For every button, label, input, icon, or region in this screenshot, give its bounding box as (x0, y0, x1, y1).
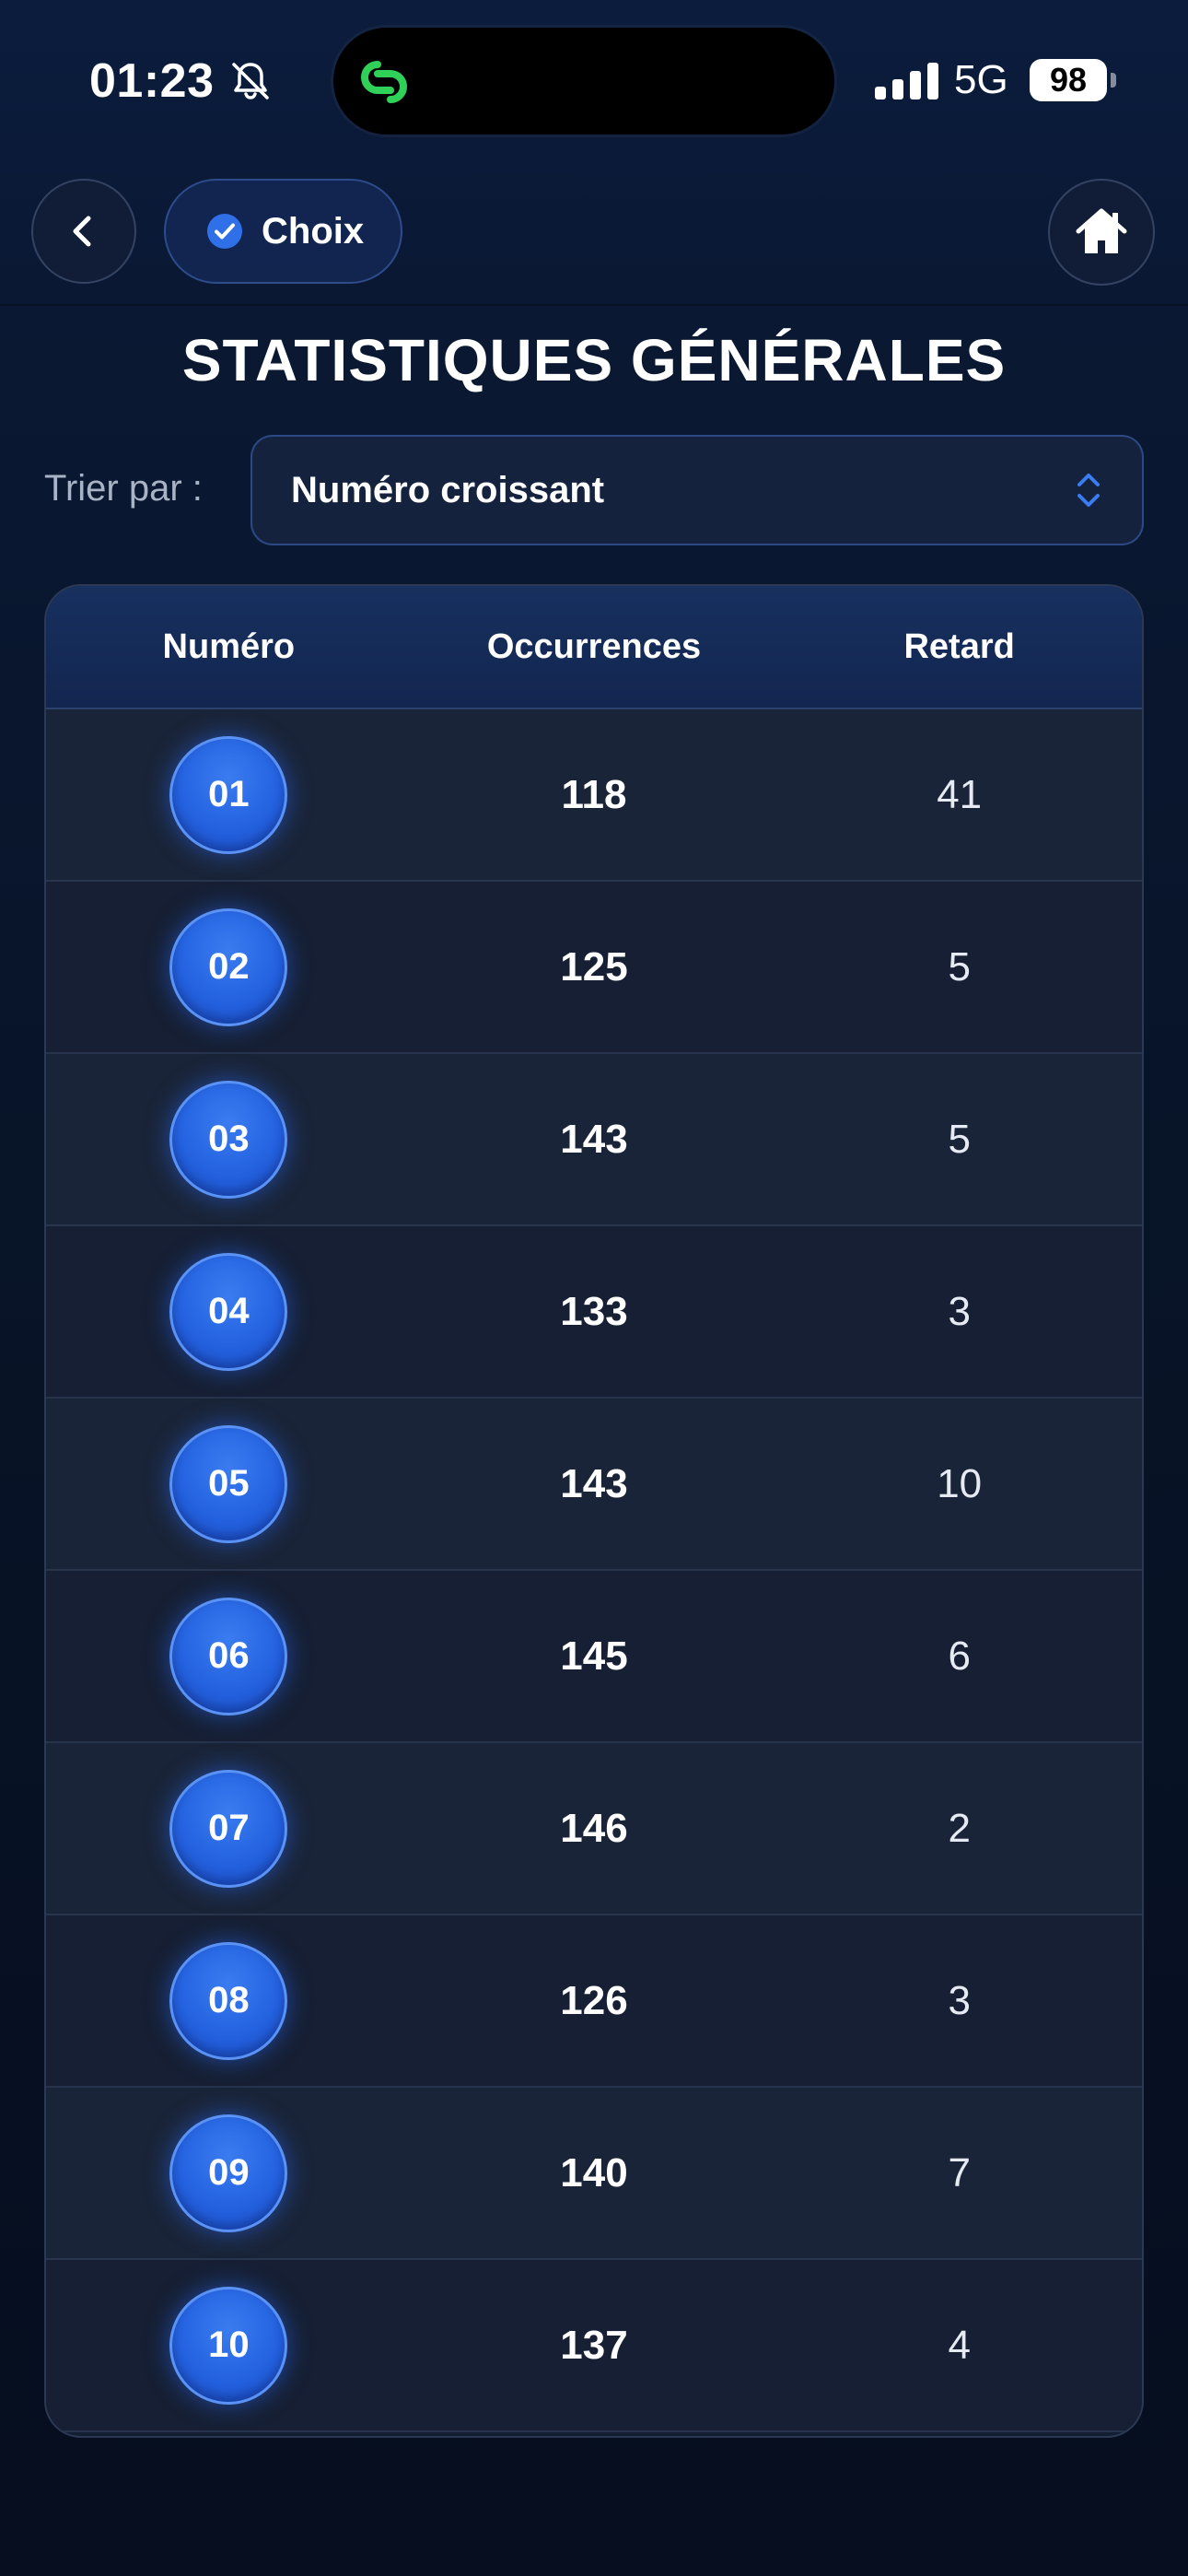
delay-cell: 7 (948, 2149, 971, 2195)
table-row[interactable]: 02 125 5 (46, 882, 1142, 1054)
page-title: STATISTIQUES GÉNÉRALES (181, 327, 1007, 393)
occurrences-cell: 143 (560, 1460, 628, 1506)
number-cell: 06 (46, 1597, 412, 1715)
table-row[interactable]: 10 137 4 (46, 2260, 1142, 2432)
table-row[interactable]: 09 140 7 (46, 2088, 1142, 2260)
number-ball: 10 (169, 2286, 288, 2405)
delay-cell: 3 (948, 1977, 971, 2023)
table-header: Numéro Occurrences Retard (46, 586, 1142, 709)
battery-tip (1111, 73, 1116, 88)
number-cell: 02 (46, 907, 412, 1026)
number-ball: 03 (169, 1080, 288, 1199)
number-cell: 05 (46, 1424, 412, 1543)
table-row[interactable]: 08 126 3 (46, 1915, 1142, 2088)
link-app-icon (361, 61, 407, 103)
battery-icon: 98 (1030, 59, 1107, 101)
number-ball: 06 (169, 1597, 288, 1715)
header-occurrences[interactable]: Occurrences (412, 627, 777, 667)
delay-cell: 3 (948, 1288, 971, 1334)
number-ball: 01 (169, 735, 288, 854)
number-cell: 01 (46, 735, 412, 854)
table-row[interactable]: 05 143 10 (46, 1399, 1142, 1571)
occurrences-cell: 140 (560, 2149, 628, 2195)
occurrences-cell: 133 (560, 1288, 628, 1334)
header-delay[interactable]: Retard (776, 627, 1142, 667)
header-number[interactable]: Numéro (46, 627, 412, 667)
number-cell: 04 (46, 1252, 412, 1371)
occurrences-cell: 126 (560, 1977, 628, 2023)
sort-select[interactable]: Numéro croissant (250, 435, 1144, 545)
home-button[interactable] (1048, 179, 1155, 286)
battery-level: 98 (1049, 61, 1088, 99)
table-row[interactable]: 01 118 41 (46, 709, 1142, 882)
status-bar: 01:23 5G 98 (0, 0, 1188, 161)
occurrences-cell: 118 (561, 771, 627, 817)
delay-cell: 10 (937, 1460, 983, 1506)
sort-selected-value: Numéro croissant (291, 469, 605, 510)
cellular-signal-icon (875, 63, 938, 100)
delay-cell: 2 (948, 1805, 971, 1851)
number-ball: 02 (169, 907, 288, 1026)
number-ball: 09 (169, 2113, 288, 2232)
back-button[interactable] (31, 179, 136, 284)
number-cell: 10 (46, 2286, 412, 2405)
occurrences-cell: 143 (560, 1116, 628, 1162)
delay-cell: 4 (948, 2322, 971, 2368)
number-ball: 07 (169, 1769, 288, 1888)
occurrences-cell: 146 (560, 1805, 628, 1851)
check-circle-icon (207, 214, 242, 249)
occurrences-cell: 137 (560, 2322, 628, 2368)
number-cell: 03 (46, 1080, 412, 1199)
bell-slash-icon (232, 63, 269, 100)
occurrences-cell: 145 (560, 1633, 628, 1679)
delay-cell: 41 (937, 771, 983, 817)
status-time: 01:23 (89, 54, 215, 108)
chevron-up-down-icon (1077, 474, 1100, 507)
table-row[interactable]: 04 133 3 (46, 1226, 1142, 1399)
statistics-table: Numéro Occurrences Retard 01 118 41 02 1… (44, 584, 1144, 2438)
number-ball: 05 (169, 1424, 288, 1543)
delay-cell: 5 (948, 1116, 971, 1162)
number-cell: 07 (46, 1769, 412, 1888)
network-type: 5G (954, 57, 1008, 102)
table-row[interactable]: 03 143 5 (46, 1054, 1142, 1226)
chevron-left-icon (73, 216, 91, 247)
delay-cell: 6 (948, 1633, 971, 1679)
choice-chip-button[interactable]: Choix (164, 179, 402, 284)
table-row[interactable]: 07 146 2 (46, 1743, 1142, 1915)
number-ball: 04 (169, 1252, 288, 1371)
occurrences-cell: 125 (560, 943, 628, 989)
number-cell: 08 (46, 1941, 412, 2060)
number-cell: 09 (46, 2113, 412, 2232)
table-row[interactable]: 06 145 6 (46, 1571, 1142, 1743)
number-ball: 08 (169, 1941, 288, 2060)
header-divider (0, 304, 1188, 306)
home-icon (1076, 208, 1127, 253)
sort-label: Trier par : (44, 468, 203, 509)
delay-cell: 5 (948, 943, 971, 989)
choice-chip-label: Choix (262, 210, 365, 252)
dynamic-island (333, 28, 834, 135)
